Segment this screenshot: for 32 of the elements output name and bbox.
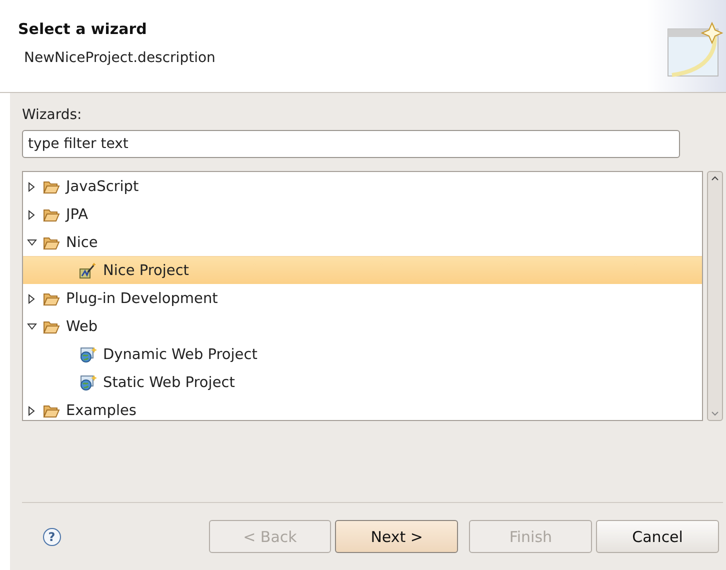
tree-item[interactable]: Nice Project [23, 256, 702, 284]
expand-icon[interactable] [27, 182, 37, 192]
tree-item[interactable]: Nice [23, 228, 702, 256]
dialog-button[interactable]: Cancel [596, 520, 719, 553]
expand-icon[interactable] [27, 406, 37, 416]
folder-icon [43, 320, 60, 334]
expand-icon[interactable] [27, 294, 37, 304]
folder-icon [43, 236, 60, 250]
help-button[interactable]: ? [43, 528, 61, 546]
tree-item[interactable]: JavaScript [23, 172, 702, 200]
folder-icon [43, 404, 60, 418]
tree-item[interactable]: Web [23, 312, 702, 340]
globe-icon [79, 374, 97, 391]
folder-icon [43, 180, 60, 194]
filter-field[interactable]: type filter text [22, 130, 680, 158]
folder-icon [43, 208, 60, 222]
wizard-description: NewNiceProject.description [23, 50, 216, 66]
tree-item[interactable]: Examples [23, 396, 702, 420]
wizards-label: Wizards: [22, 107, 83, 123]
collapse-icon[interactable] [27, 322, 37, 332]
tree-item[interactable]: Dynamic Web Project [23, 340, 702, 368]
dialog-button[interactable]: Next > [335, 520, 458, 553]
expand-icon[interactable] [27, 210, 37, 220]
collapse-icon[interactable] [27, 238, 37, 248]
wand-icon [79, 262, 97, 278]
tree-item[interactable]: Plug-in Development [23, 284, 702, 312]
tree-item[interactable]: Static Web Project [23, 368, 702, 396]
wizard-title: Select a wizard [18, 20, 148, 38]
folder-icon [43, 292, 60, 306]
tree-item[interactable]: JPA [23, 200, 702, 228]
scrollbar[interactable] [707, 171, 723, 421]
globe-icon [79, 346, 97, 363]
